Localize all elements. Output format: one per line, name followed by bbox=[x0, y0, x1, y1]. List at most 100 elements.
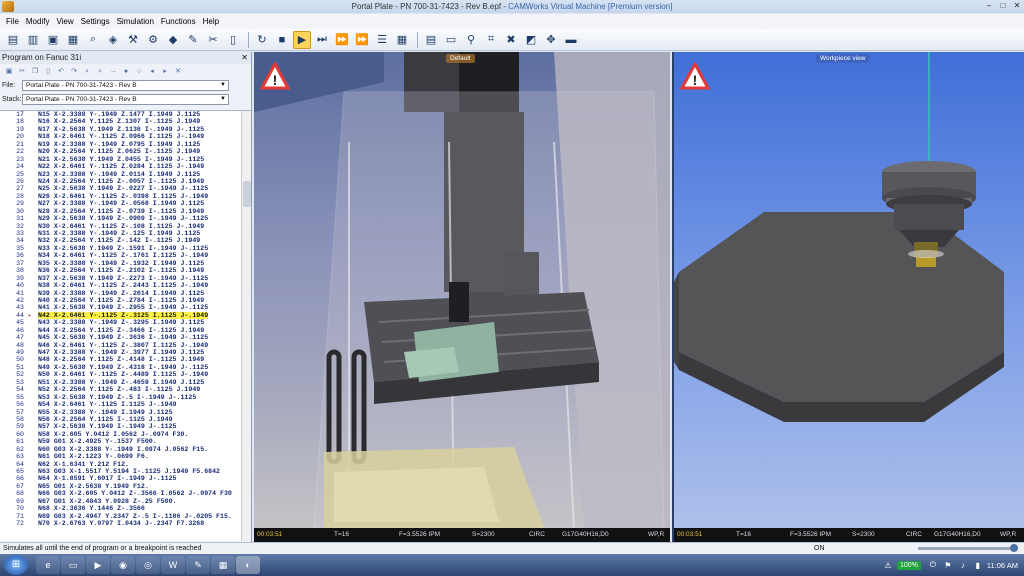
start-button[interactable]: ⊞ bbox=[4, 555, 28, 575]
goto-icon[interactable]: → bbox=[107, 66, 119, 77]
code-line[interactable]: 71 N69 G03 X-2.4947 Y.2347 Z-.5 I-.1106 J… bbox=[0, 513, 251, 520]
stack-select[interactable]: Portal Plate - PN 700-31-7423 - Rev B ▼ bbox=[22, 94, 229, 105]
code-line[interactable]: 33 N31 X-2.3388 Y-.1949 Z-.125 I.1949 J.1… bbox=[0, 230, 251, 237]
next-icon[interactable]: ▸ bbox=[159, 66, 171, 77]
chrome-icon[interactable]: ◎ bbox=[136, 556, 160, 574]
maximize-button[interactable]: □ bbox=[996, 0, 1010, 12]
code-line[interactable]: 50 N48 X-2.2564 Y.1125 Z-.4148 I-.1125 J.… bbox=[0, 356, 251, 363]
code-line[interactable]: 17 N15 X-2.3388 Y-.1949 Z.1477 I.1949 J.1… bbox=[0, 111, 251, 118]
code-line[interactable]: 65 N63 G03 X-1.5517 Y.5194 I-.1125 J.1949… bbox=[0, 468, 251, 475]
save-program-icon[interactable]: ▣ bbox=[3, 66, 15, 77]
machine-viewport[interactable]: Default ! 00:03:51 T=16 F=3.5526 IPM S=2… bbox=[254, 52, 670, 542]
save-icon[interactable]: ▣ bbox=[44, 31, 62, 49]
speed-slider[interactable] bbox=[918, 544, 1018, 552]
code-line[interactable]: 64 N62 X-1.6341 Y.212 F12. bbox=[0, 461, 251, 468]
play-icon[interactable]: ▶ bbox=[293, 30, 311, 49]
screen-icon[interactable]: ▬ bbox=[562, 31, 580, 49]
print-icon[interactable]: ▦ bbox=[64, 31, 82, 49]
code-line[interactable]: 40 N38 X-2.6461 Y-.1125 Z-.2443 I.1125 J-… bbox=[0, 282, 251, 289]
paint-icon[interactable]: ✎ bbox=[186, 556, 210, 574]
code-line[interactable]: 29 N27 X-2.3388 Y-.1949 Z-.0568 I.1949 J.… bbox=[0, 200, 251, 207]
code-line[interactable]: 66 N64 X-1.8591 Y.6017 I-.1949 J-.1125 bbox=[0, 475, 251, 482]
code-line[interactable]: 24 N22 X-2.6461 Y-.1125 Z.0284 I.1125 J-.… bbox=[0, 163, 251, 170]
chevron-down-icon[interactable]: ▼ bbox=[220, 95, 226, 104]
code-line[interactable]: 45 N43 X-2.3388 Y-.1949 Z-.3295 I.1949 J.… bbox=[0, 319, 251, 326]
code-line[interactable]: 21 N19 X-2.3388 Y-.1949 Z.0795 I.1949 J.1… bbox=[0, 141, 251, 148]
ie-icon[interactable]: e bbox=[36, 556, 60, 574]
workpiece-viewport[interactable]: Workpiece view ! 00:03:51 T=16 F=3.5526 … bbox=[672, 52, 1024, 542]
chevron-down-icon[interactable]: ▼ bbox=[220, 81, 226, 90]
code-line[interactable]: 57 N55 X-2.3388 Y-.1949 I.1949 J.1125 bbox=[0, 409, 251, 416]
machine-icon[interactable]: ⚙ bbox=[144, 31, 162, 49]
zoom-icon[interactable]: ⌕ bbox=[84, 31, 102, 49]
word-icon[interactable]: W bbox=[161, 556, 185, 574]
prev-icon[interactable]: ◂ bbox=[146, 66, 158, 77]
code-line[interactable]: 37 N35 X-2.3388 Y-.1949 Z-.1932 I.1949 J.… bbox=[0, 260, 251, 267]
network-icon[interactable]: ⚠ bbox=[882, 561, 894, 570]
code-line[interactable]: 68 N66 G03 X-2.605 Y.0412 Z-.3566 I.0562 … bbox=[0, 490, 251, 497]
vertical-scrollbar[interactable] bbox=[241, 111, 251, 541]
camworks-icon[interactable]: ◐ bbox=[236, 556, 260, 574]
red-app-icon[interactable]: ◉ bbox=[111, 556, 135, 574]
options-icon[interactable]: ✕ bbox=[172, 66, 184, 77]
paste-icon[interactable]: ▯ bbox=[42, 66, 54, 77]
code-line[interactable]: 49 N47 X-2.3388 Y-.1949 Z-.3977 I.1949 J.… bbox=[0, 349, 251, 356]
code-line[interactable]: 60 N58 X-2.605 Y.0412 I.0562 J-.0974 F30. bbox=[0, 431, 251, 438]
list-icon[interactable]: ☰ bbox=[373, 31, 391, 49]
code-line[interactable]: 26 N24 X-2.2564 Y.1125 Z-.0057 I-.1125 J.… bbox=[0, 178, 251, 185]
find-icon[interactable]: ⌕ bbox=[81, 66, 93, 77]
code-line[interactable]: 58 N56 X-2.2564 Y.1125 I-.1125 J.1949 bbox=[0, 416, 251, 423]
code-line[interactable]: 46 N44 X-2.2564 Y.1125 Z-.3466 I-.1125 J.… bbox=[0, 327, 251, 334]
flag-icon[interactable]: ⚑ bbox=[942, 561, 954, 570]
clear-breakpoint-icon[interactable]: ○ bbox=[133, 66, 145, 77]
layers-icon[interactable]: ◈ bbox=[104, 31, 122, 49]
undo-icon[interactable]: ↶ bbox=[55, 66, 67, 77]
warning-icon[interactable]: ! bbox=[260, 62, 290, 90]
code-line[interactable]: 22 N20 X-2.2564 Y.1125 Z.0625 I-.1125 J.1… bbox=[0, 148, 251, 155]
code-line[interactable]: 30 N28 X-2.2564 Y.1125 Z-.0739 I-.1125 J.… bbox=[0, 208, 251, 215]
code-line[interactable]: 54 N52 X-2.2564 Y.1125 Z-.483 I-.1125 J.1… bbox=[0, 386, 251, 393]
close-button[interactable]: ✕ bbox=[1010, 0, 1024, 12]
code-line[interactable]: 67 N65 G01 X-2.5638 Y.1949 F12. bbox=[0, 483, 251, 490]
move-icon[interactable]: ✥ bbox=[542, 31, 560, 49]
menu-simulation[interactable]: Simulation bbox=[117, 17, 154, 26]
menu-functions[interactable]: Functions bbox=[161, 17, 196, 26]
file-select[interactable]: Portal Plate - PN 700-31-7423 - Rev B ▼ bbox=[22, 80, 229, 91]
monitor-icon[interactable]: ▭ bbox=[442, 31, 460, 49]
code-line[interactable]: 48 N46 X-2.6461 Y-.1125 Z-.3807 I.1125 J-… bbox=[0, 342, 251, 349]
menu-modify[interactable]: Modify bbox=[26, 17, 50, 26]
code-line[interactable]: 53 N51 X-2.3388 Y-.1949 Z-.4659 I.1949 J.… bbox=[0, 379, 251, 386]
menu-view[interactable]: View bbox=[56, 17, 73, 26]
open-folder-icon[interactable]: ▤ bbox=[4, 31, 22, 49]
menu-settings[interactable]: Settings bbox=[81, 17, 110, 26]
menu-help[interactable]: Help bbox=[203, 17, 219, 26]
code-line[interactable]: 35 N33 X-2.5638 Y.1949 Z-.1591 I-.1949 J-… bbox=[0, 245, 251, 252]
copy-icon[interactable]: ❐ bbox=[29, 66, 41, 77]
code-line[interactable]: 32 N30 X-2.6461 Y-.1125 Z-.108 I.1125 J-.… bbox=[0, 223, 251, 230]
tool-icon[interactable]: ⚒ bbox=[124, 31, 142, 49]
open-file-icon[interactable]: ▥ bbox=[24, 31, 42, 49]
code-line[interactable]: 44 ▸ N42 X-2.6461 Y-.1125 Z-.3125 I.1125 J… bbox=[0, 311, 251, 320]
code-line[interactable]: 23 N21 X-2.5638 Y.1949 Z.0455 I-.1949 J-.… bbox=[0, 156, 251, 163]
code-line[interactable]: 38 N36 X-2.2564 Y.1125 Z-.2102 I-.1125 J.… bbox=[0, 267, 251, 274]
code-line[interactable]: 51 N49 X-2.5638 Y.1949 Z-.4318 I-.1949 J-… bbox=[0, 364, 251, 371]
warning-icon[interactable]: ! bbox=[680, 62, 710, 90]
code-line[interactable]: 72 N70 X-2.6763 Y.0797 I.0434 J-.2347 F7.… bbox=[0, 520, 251, 527]
stop-icon[interactable]: ■ bbox=[273, 31, 291, 49]
panel-close-icon[interactable]: ✕ bbox=[241, 53, 248, 62]
code-line[interactable]: 41 N39 X-2.3388 Y-.1949 Z-.2614 I.1949 J.… bbox=[0, 290, 251, 297]
signal-icon[interactable]: ▮ bbox=[972, 561, 984, 570]
code-line[interactable]: 61 N59 G01 X-2.4925 Y-.1537 F500. bbox=[0, 438, 251, 445]
report-icon[interactable]: ▤ bbox=[422, 31, 440, 49]
code-line[interactable]: 20 N18 X-2.6461 Y-.1125 Z.0966 I.1125 J-.… bbox=[0, 133, 251, 140]
nc-code-editor[interactable]: 17 N15 X-2.3388 Y-.1949 Z.1477 I.1949 J.1… bbox=[0, 110, 251, 541]
code-line[interactable]: 63 N61 G01 X-2.1223 Y-.0699 F6. bbox=[0, 453, 251, 460]
code-line[interactable]: 36 N34 X-2.6461 Y-.1125 Z-.1761 I.1125 J-… bbox=[0, 252, 251, 259]
code-line[interactable]: 62 N60 G03 X-2.3388 Y-.1949 I.0974 J.0562… bbox=[0, 446, 251, 453]
code-line[interactable]: 34 N32 X-2.2564 Y.1125 Z-.142 I-.1125 J.1… bbox=[0, 237, 251, 244]
end-icon[interactable]: ⏩ bbox=[353, 31, 371, 49]
code-line[interactable]: 18 N16 X-2.2564 Y.1125 Z.1307 I-.1125 J.1… bbox=[0, 118, 251, 125]
reset-icon[interactable]: ↻ bbox=[253, 31, 271, 49]
code-line[interactable]: 52 N50 X-2.6461 Y-.1125 Z-.4489 I.1125 J-… bbox=[0, 371, 251, 378]
menu-file[interactable]: File bbox=[6, 17, 19, 26]
